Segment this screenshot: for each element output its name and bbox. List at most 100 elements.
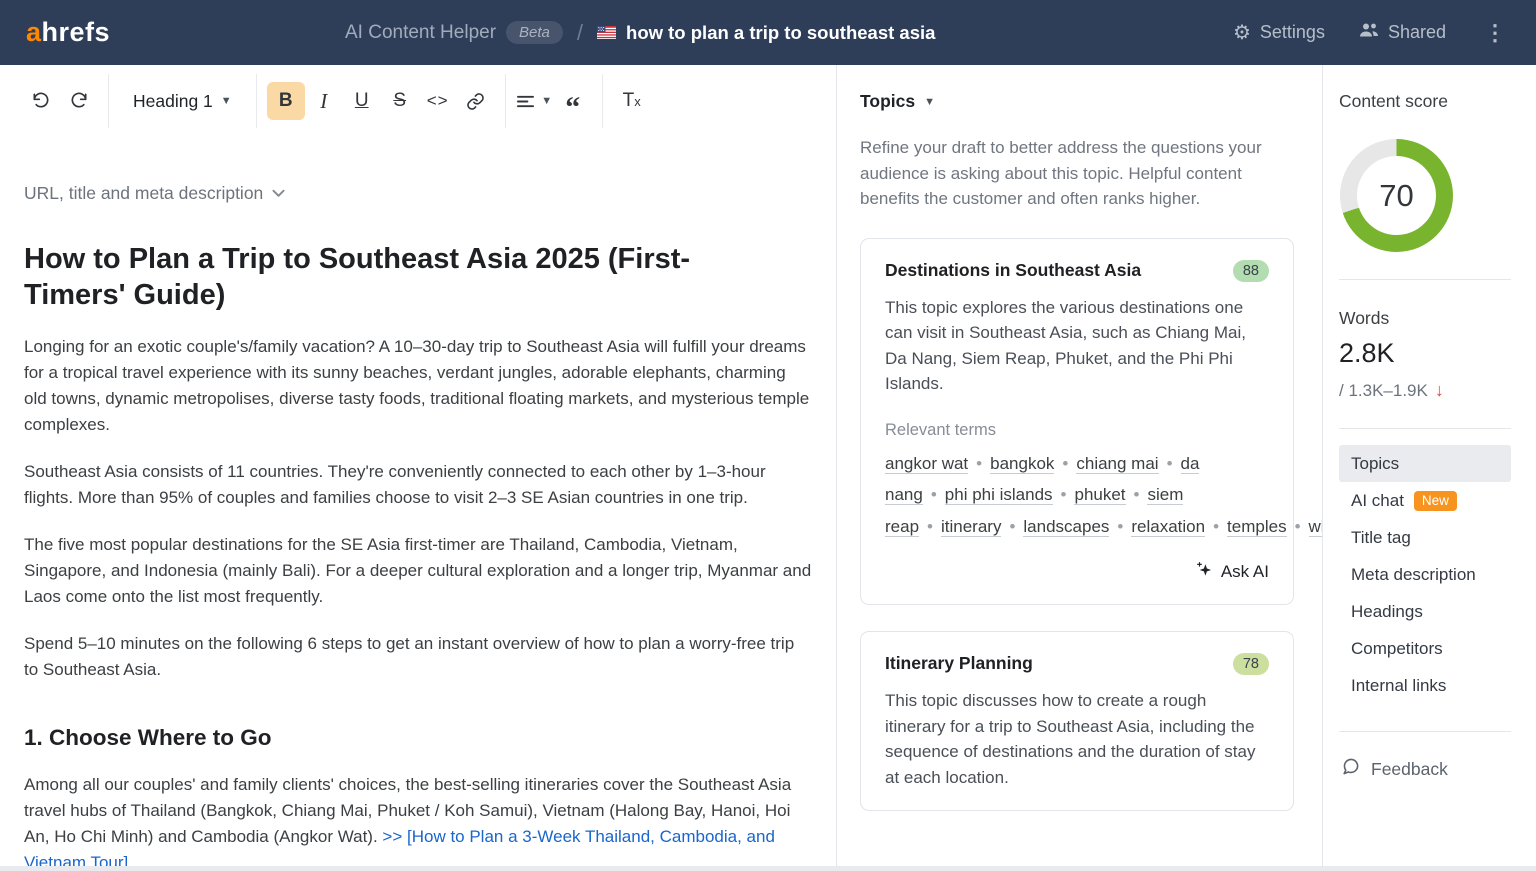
feedback-label: Feedback — [1371, 759, 1448, 780]
document-title: how to plan a trip to southeast asia — [626, 22, 935, 44]
words-label: Words — [1339, 308, 1511, 329]
term-separator-dot: • — [927, 517, 933, 536]
beta-badge: Beta — [506, 21, 563, 44]
topic-card-description: This topic discusses how to create a rou… — [885, 688, 1269, 790]
sidebar-item-competitors[interactable]: Competitors — [1339, 630, 1511, 667]
sidebar-item-ai-chat[interactable]: AI chatNew — [1339, 482, 1511, 519]
chevron-down-icon — [272, 189, 285, 198]
content-score-label: Content score — [1339, 91, 1511, 112]
ask-ai-label: Ask AI — [1221, 562, 1269, 582]
navbar-center: AI Content Helper Beta / how to plan a t… — [345, 20, 1176, 46]
paragraph: Longing for an exotic couple's/family va… — [24, 334, 812, 438]
term-separator-dot: • — [1295, 517, 1301, 536]
ask-ai-button[interactable]: Ask AI — [1194, 560, 1269, 584]
underline-button[interactable]: U — [343, 82, 381, 120]
relevant-term[interactable]: bangkok — [990, 454, 1054, 474]
code-button[interactable]: <> — [419, 82, 457, 120]
paragraph: Among all our couples' and family client… — [24, 772, 812, 871]
feedback-button[interactable]: Feedback — [1339, 757, 1511, 781]
app-title: AI Content Helper — [345, 22, 496, 44]
chevron-down-icon: ▼ — [924, 96, 935, 108]
breadcrumb-separator: / — [577, 20, 583, 46]
sidebar-item-internal-links[interactable]: Internal links — [1339, 667, 1511, 704]
term-separator-dot: • — [1134, 485, 1140, 504]
topic-score-badge: 78 — [1233, 653, 1269, 675]
term-separator-dot: • — [1009, 517, 1015, 536]
speech-bubble-icon — [1341, 757, 1360, 781]
topic-card: Destinations in Southeast Asia 88 This t… — [860, 238, 1294, 606]
sidebar-item-label: AI chat — [1351, 491, 1404, 511]
score-sidebar: Content score 70 Words 2.8K / 1.3K–1.9K … — [1323, 65, 1535, 871]
term-separator-dot: • — [931, 485, 937, 504]
topic-card-title: Itinerary Planning — [885, 653, 1033, 674]
clear-formatting-button[interactable]: Tx — [613, 82, 651, 120]
bold-button[interactable]: B — [267, 82, 305, 120]
editor-panel: Heading 1 ▼ B I U S <> ▼ “ — [0, 65, 837, 871]
sidebar-item-label: Meta description — [1351, 565, 1476, 585]
ahrefs-logo[interactable]: ahrefs — [26, 17, 110, 48]
sidebar-item-label: Headings — [1351, 602, 1423, 622]
sidebar-item-label: Competitors — [1351, 639, 1443, 659]
relevant-term[interactable]: chiang mai — [1076, 454, 1158, 474]
chevron-down-icon: ▼ — [541, 95, 552, 107]
sidebar-item-label: Topics — [1351, 454, 1399, 474]
relevant-term[interactable]: temples — [1227, 517, 1287, 537]
relevant-term[interactable]: angkor wat — [885, 454, 968, 474]
topic-card: Itinerary Planning 78 This topic discuss… — [860, 631, 1294, 811]
settings-label: Settings — [1260, 22, 1325, 43]
divider — [1339, 428, 1511, 429]
arrow-down-icon: ↓ — [1435, 380, 1444, 401]
topic-card-description: This topic explores the various destinat… — [885, 295, 1269, 397]
shared-label: Shared — [1388, 22, 1446, 43]
term-separator-dot: • — [1117, 517, 1123, 536]
shared-button[interactable]: Shared — [1359, 22, 1446, 43]
us-flag-icon — [597, 26, 616, 39]
strikethrough-button[interactable]: S — [381, 82, 419, 120]
relevant-term[interactable]: relaxation — [1131, 517, 1205, 537]
content-score-donut: 70 — [1340, 139, 1453, 252]
sidebar-nav: Topics AI chatNew Title tag Meta descriptio… — [1339, 445, 1511, 704]
url-meta-label: URL, title and meta description — [24, 183, 263, 204]
undo-button[interactable] — [22, 82, 60, 120]
redo-button[interactable] — [60, 82, 98, 120]
relevant-term[interactable]: wildlife — [1309, 517, 1323, 537]
url-meta-collapse-toggle[interactable]: URL, title and meta description — [24, 183, 812, 204]
sidebar-item-topics[interactable]: Topics — [1339, 445, 1511, 482]
words-value: 2.8K — [1339, 338, 1511, 369]
sidebar-item-meta-description[interactable]: Meta description — [1339, 556, 1511, 593]
editor-content[interactable]: URL, title and meta description How to P… — [0, 137, 836, 871]
topic-card-title: Destinations in Southeast Asia — [885, 260, 1141, 281]
chevron-down-icon: ▼ — [221, 95, 232, 107]
relevant-term[interactable]: itinerary — [941, 517, 1001, 537]
sidebar-item-headings[interactable]: Headings — [1339, 593, 1511, 630]
blockquote-button[interactable]: “ — [554, 82, 592, 120]
relevant-term[interactable]: phi phi islands — [945, 485, 1053, 505]
heading-style-dropdown[interactable]: Heading 1 ▼ — [119, 91, 246, 112]
words-range-text: / 1.3K–1.9K — [1339, 381, 1428, 401]
italic-button[interactable]: I — [305, 82, 343, 120]
topics-panel: Topics ▼ Refine your draft to better add… — [837, 65, 1323, 871]
term-separator-dot: • — [1062, 454, 1068, 473]
words-range: / 1.3K–1.9K ↓ — [1339, 380, 1511, 401]
align-dropdown-button[interactable]: ▼ — [516, 82, 554, 120]
sidebar-item-title-tag[interactable]: Title tag — [1339, 519, 1511, 556]
paragraph: The five most popular destinations for t… — [24, 532, 812, 610]
topics-dropdown[interactable]: Topics ▼ — [860, 91, 1294, 112]
paragraph: Southeast Asia consists of 11 countries.… — [24, 459, 812, 511]
article-title: How to Plan a Trip to Southeast Asia 202… — [24, 241, 784, 313]
topics-description: Refine your draft to better address the … — [860, 135, 1294, 212]
link-button[interactable] — [457, 82, 495, 120]
divider — [1339, 279, 1511, 280]
topic-score-badge: 88 — [1233, 260, 1269, 282]
sidebar-item-label: Title tag — [1351, 528, 1411, 548]
navbar-actions: ⚙ Settings Shared ⋮ — [1233, 20, 1510, 46]
term-separator-dot: • — [1061, 485, 1067, 504]
sidebar-item-label: Internal links — [1351, 676, 1446, 696]
settings-button[interactable]: ⚙ Settings — [1233, 22, 1325, 43]
more-menu-button[interactable]: ⋮ — [1480, 20, 1510, 46]
relevant-term[interactable]: landscapes — [1023, 517, 1109, 537]
relevant-term[interactable]: phuket — [1074, 485, 1125, 505]
top-navbar: ahrefs AI Content Helper Beta / how to p… — [0, 0, 1536, 65]
people-icon — [1359, 22, 1379, 43]
term-separator-dot: • — [1167, 454, 1173, 473]
